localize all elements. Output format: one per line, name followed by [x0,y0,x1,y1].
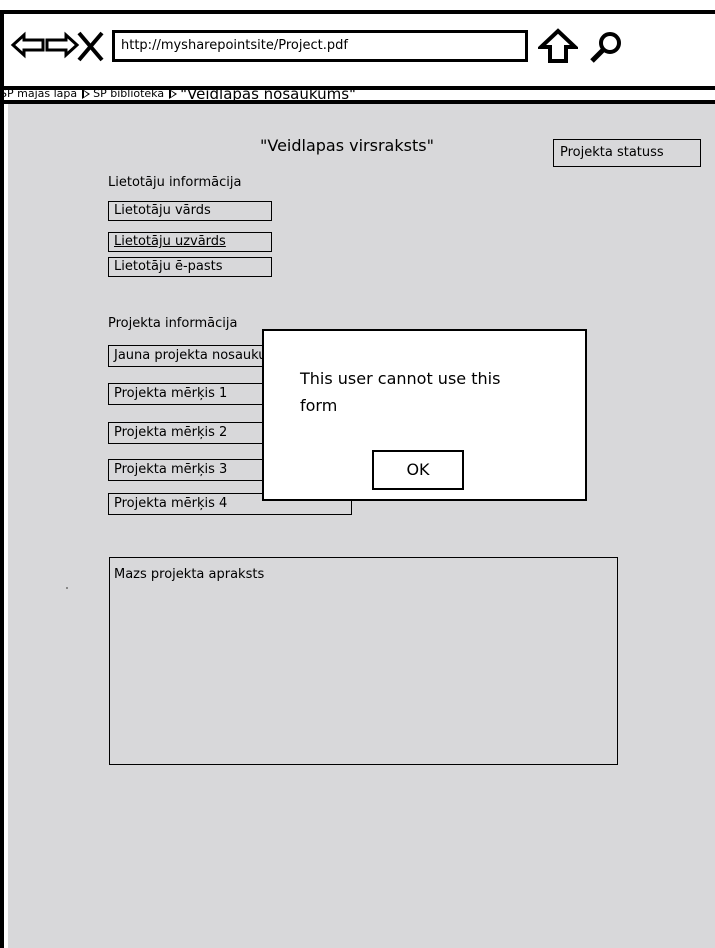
up-arrow-icon[interactable] [538,28,578,64]
search-icon[interactable] [588,30,626,64]
project-description-placeholder: Mazs projekta apraksts [114,567,265,582]
form-title: "Veidlapas virsraksts" [260,136,434,155]
ok-button[interactable]: OK [372,450,464,490]
breadcrumb-item-home[interactable]: SP mājas lapa [0,87,77,100]
forward-arrow-icon[interactable] [42,30,80,60]
user-email-field[interactable]: Lietotāju ē-pasts [108,257,272,277]
url-input[interactable]: http://mysharepointsite/Project.pdf [112,30,528,62]
user-last-name-field[interactable]: Lietotāju uzvārds [108,232,272,252]
project-description-field[interactable]: Mazs projekta apraksts [109,557,618,765]
breadcrumb-item-library[interactable]: SP bibliotēka [93,87,164,100]
user-first-name-field[interactable]: Lietotāju vārds [108,201,272,221]
breadcrumb-separator-icon [169,89,178,99]
close-icon[interactable] [76,30,106,64]
project-info-heading: Projekta informācija [108,316,238,331]
breadcrumb-item-form[interactable]: "Veidlapas nosaukums" [180,85,356,103]
page-content-area [8,104,715,948]
error-dialog: This user cannot use this form OK [262,329,587,501]
project-status-field[interactable]: Projekta statuss [553,139,701,167]
dialog-message: This user cannot use this form [300,369,501,415]
breadcrumb-separator-icon [82,89,91,99]
user-info-heading: Lietotāju informācija [108,175,242,190]
breadcrumb: SP mājas lapa SP bibliotēka "Veidlapas nos… [0,86,356,102]
stray-dot [66,587,68,589]
